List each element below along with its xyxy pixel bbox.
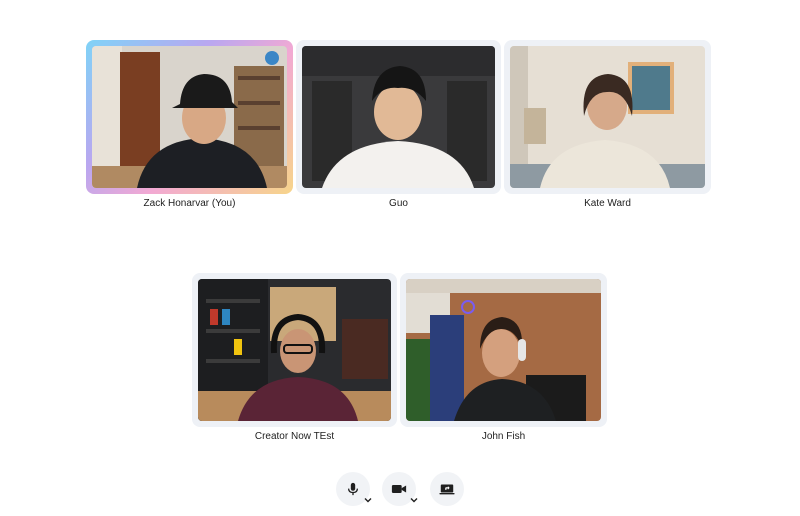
participant-tile-kate[interactable]: Kate Ward	[504, 40, 711, 209]
participant-name: Kate Ward	[584, 198, 631, 209]
microphone-toggle-button[interactable]	[336, 472, 373, 506]
call-controls	[0, 472, 800, 508]
participant-name: Creator Now TEst	[254, 431, 335, 442]
participant-name: Zack Honarvar (You)	[143, 198, 236, 209]
participant-tile-guo[interactable]: Guo	[296, 40, 501, 209]
camera-toggle-button[interactable]	[382, 472, 419, 506]
chevron-down-icon[interactable]	[409, 495, 419, 505]
participant-tile-john[interactable]: John Fish	[400, 273, 607, 442]
screen-share-icon	[439, 484, 455, 495]
screen-share-button[interactable]	[430, 472, 464, 506]
chevron-down-icon[interactable]	[363, 495, 373, 505]
participant-tile-creator-now[interactable]: Creator Now TEst	[192, 273, 397, 442]
participant-video	[510, 46, 705, 188]
participant-name: John Fish	[481, 431, 526, 442]
participant-video	[92, 46, 287, 188]
video-call-grid: Zack Honarvar (You) Guo Kate Ward Creato…	[0, 0, 800, 516]
participant-name: Guo	[389, 198, 408, 209]
microphone-icon	[347, 482, 359, 496]
participant-video	[198, 279, 391, 421]
video-camera-icon	[391, 485, 407, 493]
participant-video	[406, 279, 601, 421]
participant-video	[302, 46, 495, 188]
participant-tile-zack[interactable]: Zack Honarvar (You)	[86, 40, 293, 209]
